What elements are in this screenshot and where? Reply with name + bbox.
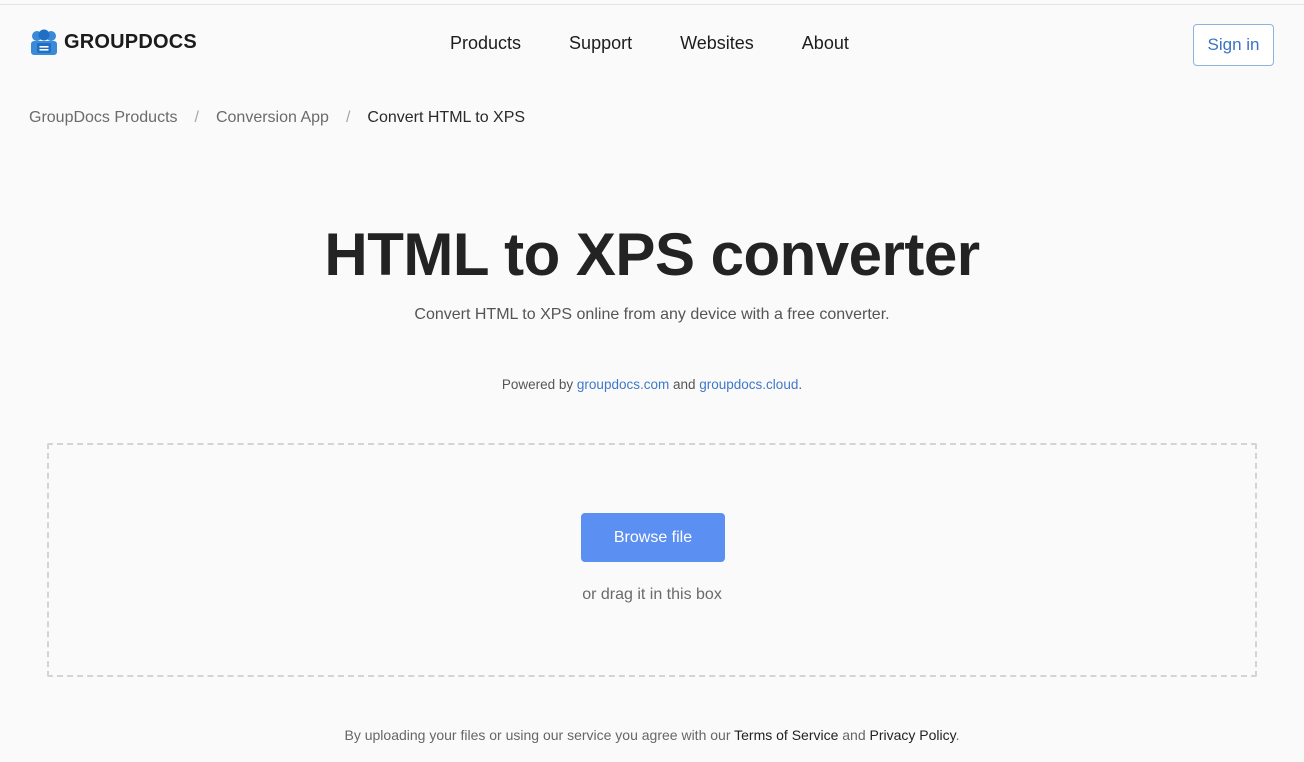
powered-prefix: Powered by (501, 377, 577, 392)
groupdocs-logo-icon (30, 29, 58, 56)
breadcrumb-current: Convert HTML to XPS (367, 109, 526, 126)
nav-websites[interactable]: Websites (680, 33, 754, 54)
nav-about[interactable]: About (802, 33, 849, 54)
powered-middle: and (669, 377, 700, 392)
breadcrumb: GroupDocs Products / Conversion App / Co… (29, 109, 525, 127)
privacy-policy-link[interactable]: Privacy Policy (870, 727, 956, 743)
drag-hint: or drag it in this box (582, 586, 722, 603)
breadcrumb-separator: / (345, 109, 351, 126)
terms-of-service-link[interactable]: Terms of Service (734, 727, 838, 743)
breadcrumb-separator: / (194, 109, 199, 126)
site-header: GROUPDOCS Products Support Websites Abou… (0, 5, 1304, 85)
groupdocs-com-link[interactable]: groupdocs.com (577, 377, 669, 392)
nav-products[interactable]: Products (450, 33, 521, 54)
powered-suffix: . (798, 377, 803, 392)
logo-text: GROUPDOCS (64, 31, 197, 53)
terms-middle: and (838, 727, 870, 743)
terms-prefix: By uploading your files or using our ser… (344, 727, 735, 743)
logo[interactable]: GROUPDOCS (30, 29, 197, 56)
page-subtitle: Convert HTML to XPS online from any devi… (414, 306, 890, 323)
page-title: HTML to XPS converter (324, 221, 980, 288)
breadcrumb-conversion-app[interactable]: Conversion App (216, 109, 329, 127)
groupdocs-cloud-link[interactable]: groupdocs.cloud (699, 377, 798, 392)
sign-in-button[interactable]: Sign in (1193, 24, 1274, 66)
powered-by: Powered by groupdocs.com and groupdocs.c… (0, 377, 1304, 392)
terms-notice: By uploading your files or using our ser… (0, 727, 1304, 743)
main-nav: Products Support Websites About (450, 33, 897, 54)
nav-support[interactable]: Support (569, 33, 632, 54)
file-drop-zone[interactable]: Browse file or drag it in this box (47, 443, 1257, 677)
browse-file-button[interactable]: Browse file (581, 513, 725, 562)
terms-suffix: . (955, 727, 960, 743)
breadcrumb-groupdocs-products[interactable]: GroupDocs Products (29, 109, 178, 127)
